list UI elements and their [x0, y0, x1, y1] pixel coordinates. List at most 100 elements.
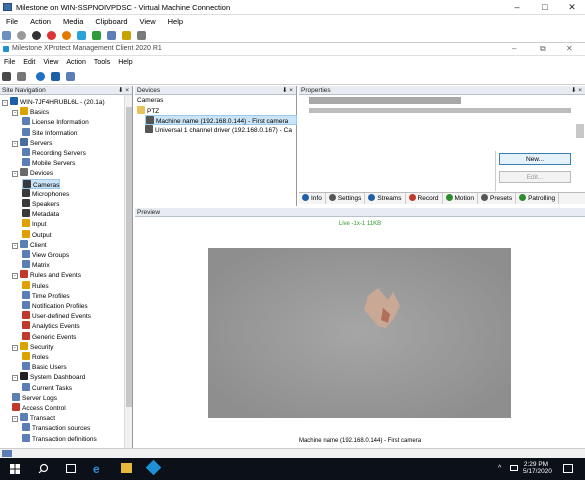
clock[interactable]: 2:29 PM 5/17/2020 — [523, 461, 552, 475]
maximize-button[interactable]: □ — [534, 0, 556, 15]
expand-collapse-icon[interactable]: - — [12, 110, 18, 117]
edit-button[interactable]: Edit... — [499, 171, 571, 183]
expand-collapse-icon[interactable]: - — [2, 100, 8, 106]
tab-record[interactable]: Record — [406, 193, 443, 204]
nav-item-matrix[interactable]: Matrix — [22, 260, 50, 270]
nav-item-microphones[interactable]: Microphones — [22, 188, 69, 199]
save-icon[interactable] — [2, 72, 11, 81]
nav-item-notification-profiles[interactable]: Notification Profiles — [22, 301, 88, 311]
enhanced-session-icon[interactable] — [136, 31, 146, 40]
start-vm-icon[interactable] — [16, 31, 26, 40]
checkpoint-icon[interactable] — [106, 31, 116, 40]
vm-menu-file[interactable]: File — [0, 15, 24, 29]
nav-item-rules-and-events[interactable]: - Rules and Events — [12, 270, 81, 280]
search-icon[interactable] — [38, 463, 49, 474]
nav-item-generic-events[interactable]: Generic Events — [22, 331, 76, 342]
turn-off-icon[interactable] — [31, 31, 41, 40]
expand-collapse-icon[interactable]: - — [12, 375, 18, 382]
nav-item-transaction-sources[interactable]: Transaction sources — [22, 423, 90, 433]
properties-pin-close[interactable]: ⬇ × — [571, 86, 582, 95]
close-button[interactable]: ✕ — [561, 0, 583, 15]
camera-video-feed[interactable] — [208, 248, 511, 418]
save-state-icon[interactable] — [61, 31, 71, 40]
nav-item-analytics-events[interactable]: Analytics Events — [22, 321, 80, 331]
expand-collapse-icon[interactable]: - — [12, 242, 18, 249]
nav-item-devices[interactable]: - Devices — [12, 168, 53, 178]
tray-chevron-icon[interactable]: ^ — [498, 465, 501, 472]
expand-collapse-icon[interactable]: - — [12, 344, 18, 351]
vm-menu-view[interactable]: View — [134, 15, 162, 29]
revert-icon[interactable] — [121, 31, 131, 40]
nav-item-system-dashboard[interactable]: - System Dashboard — [12, 372, 85, 382]
app-close-button[interactable]: ✕ — [566, 44, 573, 53]
nav-item-metadata[interactable]: Metadata — [22, 209, 59, 219]
nav-item-current-tasks[interactable]: Current Tasks — [22, 382, 72, 393]
expand-collapse-icon[interactable]: - — [12, 416, 18, 423]
windows-start-icon[interactable] — [10, 464, 20, 474]
nav-pin-close[interactable]: ⬇ × — [118, 86, 129, 95]
xprotect-taskbar-icon[interactable] — [145, 459, 162, 476]
shutdown-icon[interactable] — [46, 31, 56, 40]
minimize-button[interactable]: – — [506, 0, 528, 15]
nav-scrollbar-thumb[interactable] — [126, 107, 132, 407]
tab-settings[interactable]: Settings — [326, 193, 366, 204]
nav-item-access-control[interactable]: Access Control — [12, 403, 66, 413]
nav-item-security[interactable]: - Security — [12, 341, 53, 352]
nav-item-input[interactable]: Input — [22, 219, 46, 229]
device-item-universal[interactable]: Universal 1 channel driver (192.168.0.16… — [145, 125, 297, 135]
app-menu-help[interactable]: Help — [114, 56, 136, 69]
vm-menu-media[interactable]: Media — [57, 15, 89, 29]
expand-collapse-icon[interactable]: - — [12, 171, 18, 178]
pause-icon[interactable] — [76, 31, 86, 40]
nav-item-site-information[interactable]: Site Information — [22, 127, 78, 138]
help-icon[interactable] — [35, 72, 45, 81]
nav-scrollbar[interactable] — [124, 95, 132, 448]
nav-item-server-logs[interactable]: Server Logs — [12, 392, 57, 403]
nav-item-roles[interactable]: Roles — [22, 352, 49, 362]
app-menu-tools[interactable]: Tools — [90, 56, 114, 69]
app-maximize-button[interactable]: ⧉ — [540, 44, 546, 54]
nav-item-license-information[interactable]: License Information — [22, 117, 89, 127]
nav-item-mobile-servers[interactable]: Mobile Servers — [22, 158, 75, 168]
tab-presets[interactable]: Presets — [478, 193, 517, 204]
site-icon[interactable] — [50, 72, 60, 81]
app-menu-file[interactable]: File — [0, 56, 19, 69]
app-menu-edit[interactable]: Edit — [19, 56, 39, 69]
notifications-icon[interactable] — [563, 464, 573, 473]
nav-item-time-profiles[interactable]: Time Profiles — [22, 290, 70, 301]
device-item-first-camera[interactable]: Machine name (192.168.0.144) - First cam… — [145, 115, 297, 125]
app-menu-view[interactable]: View — [39, 56, 62, 69]
tab-streams[interactable]: Streams — [365, 193, 406, 204]
nav-item-output[interactable]: Output — [22, 229, 52, 240]
properties-scrollbar-thumb[interactable] — [576, 124, 584, 138]
new-button[interactable]: New... — [499, 153, 571, 165]
expand-collapse-icon[interactable]: - — [12, 273, 18, 280]
nav-item-transaction-definitions[interactable]: Transaction definitions — [22, 433, 97, 444]
nav-item-basic-users[interactable]: Basic Users — [22, 362, 67, 372]
nav-item-user-defined-events[interactable]: User-defined Events — [22, 311, 91, 321]
reset-icon[interactable] — [91, 31, 101, 40]
devices-pin-close[interactable]: ⬇ × — [282, 86, 293, 95]
ctrl-alt-del-icon[interactable] — [2, 31, 11, 40]
nav-item-basics[interactable]: - Basics — [12, 107, 49, 117]
vm-menu-clipboard[interactable]: Clipboard — [89, 15, 133, 29]
undo-icon[interactable] — [16, 72, 26, 81]
expand-collapse-icon[interactable]: - — [12, 140, 18, 147]
nav-item-cameras[interactable]: Cameras — [22, 178, 61, 189]
nav-item-view-groups[interactable]: View Groups — [22, 250, 69, 260]
nav-item-rules[interactable]: Rules — [22, 280, 49, 291]
nav-item-transact[interactable]: - Transact — [12, 413, 55, 423]
vm-menu-help[interactable]: Help — [162, 15, 189, 29]
nav-item-client[interactable]: - Client — [12, 239, 47, 250]
refresh-icon[interactable] — [65, 72, 75, 81]
edge-browser-icon[interactable]: e — [93, 462, 100, 476]
devices-root[interactable]: Cameras — [137, 96, 163, 106]
file-explorer-icon[interactable] — [121, 463, 132, 473]
tab-info[interactable]: Info — [299, 193, 326, 204]
nav-item-win-7jf4hrubl6l-20-1a[interactable]: - WIN-7JF4HRUBL6L - (20.1a) — [2, 97, 105, 107]
app-menu-action[interactable]: Action — [62, 56, 89, 69]
task-view-icon[interactable] — [66, 464, 76, 473]
nav-item-speakers[interactable]: Speakers — [22, 199, 59, 209]
tab-patrolling[interactable]: Patrolling — [516, 193, 560, 204]
tab-motion[interactable]: Motion — [443, 193, 479, 204]
